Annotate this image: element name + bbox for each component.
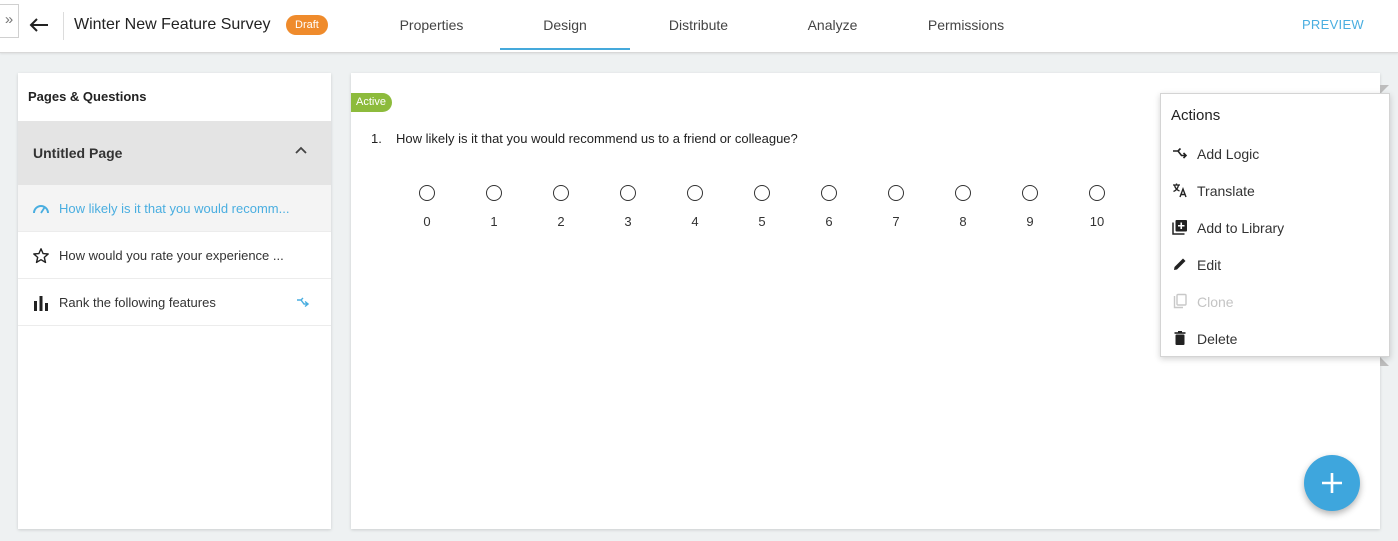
question-item[interactable]: How likely is it that you would recomm..… [18,185,331,232]
page-row-untitled[interactable]: Untitled Page [18,121,331,185]
question-item-text: How likely is it that you would recomm..… [59,201,290,216]
back-button[interactable] [27,13,51,37]
menu-item-label: Add Logic [1197,146,1260,162]
scale-label: 1 [490,214,498,229]
scale-option[interactable]: 4 [675,185,715,229]
scale-label: 8 [959,214,967,229]
clone-menu-item[interactable]: Clone [1161,283,1389,320]
menu-item-label: Add to Library [1197,220,1285,236]
tab-design[interactable]: Design [500,0,630,50]
copy-icon [1173,293,1187,309]
scale-option[interactable]: 0 [407,185,447,229]
question-item-text: How would you rate your experience ... [59,248,284,263]
add-to-library-menu-item[interactable]: Add to Library [1161,209,1389,246]
add-logic-menu-item[interactable]: Add Logic [1161,135,1389,172]
scale-label: 3 [624,214,632,229]
panel-title: Pages & Questions [28,89,147,104]
add-question-fab[interactable] [1304,455,1360,511]
plus-icon [1322,473,1342,493]
top-header: » Winter New Feature Survey Draft Proper… [0,0,1398,53]
scale-label: 0 [423,214,431,229]
question-item[interactable]: Rank the following features [18,279,331,326]
radio-button[interactable] [1089,185,1105,201]
translate-icon [1173,183,1187,198]
translate-menu-item[interactable]: Translate [1161,172,1389,209]
scale-option[interactable]: 3 [608,185,648,229]
radio-button[interactable] [553,185,569,201]
gauge-icon [33,205,49,214]
scale-option[interactable]: 9 [1010,185,1050,229]
question-item-text: Rank the following features [59,295,216,310]
question-text: How likely is it that you would recommen… [396,131,798,146]
scale-label: 10 [1089,214,1105,229]
radio-button[interactable] [687,185,703,201]
delete-menu-item[interactable]: Delete [1161,320,1389,357]
actions-title: Actions [1171,107,1221,124]
menu-pointer-bottom [1380,357,1389,366]
logic-branch-icon [297,297,309,308]
pages-questions-panel: Pages & Questions Untitled Page How like… [18,73,331,529]
scale-label: 7 [892,214,900,229]
scale-option[interactable]: 5 [742,185,782,229]
menu-item-label: Delete [1197,331,1238,347]
tab-properties[interactable]: Properties [375,0,488,50]
survey-title: Winter New Feature Survey [74,16,271,33]
tab-distribute[interactable]: Distribute [645,0,752,50]
radio-button[interactable] [754,185,770,201]
radio-button[interactable] [486,185,502,201]
radio-button[interactable] [955,185,971,201]
radio-button[interactable] [1022,185,1038,201]
expand-sidebar-button[interactable]: » [0,4,19,38]
menu-item-label: Edit [1197,257,1222,273]
bar-chart-icon [34,296,48,311]
pencil-icon [1174,258,1186,270]
scale-option[interactable]: 1 [474,185,514,229]
question-item[interactable]: How would you rate your experience ... [18,232,331,279]
active-status-badge: Active [351,93,392,112]
scale-label: 6 [825,214,833,229]
logic-branch-icon [1173,147,1188,159]
scale-label: 2 [557,214,565,229]
chevron-up-icon[interactable] [294,145,308,155]
menu-item-label: Clone [1197,294,1234,310]
library-add-icon [1172,220,1187,235]
question-number: 1. [371,131,382,146]
edit-menu-item[interactable]: Edit [1161,246,1389,283]
scale-option[interactable]: 8 [943,185,983,229]
scale-option[interactable]: 6 [809,185,849,229]
scale-label: 5 [758,214,766,229]
header-divider [63,12,64,40]
tab-analyze[interactable]: Analyze [785,0,880,50]
scale-label: 9 [1026,214,1034,229]
menu-item-label: Translate [1197,183,1255,199]
radio-button[interactable] [888,185,904,201]
draft-status-badge: Draft [286,15,328,35]
scale-label: 4 [691,214,699,229]
tab-permissions[interactable]: Permissions [917,0,1015,50]
radio-button[interactable] [419,185,435,201]
radio-button[interactable] [620,185,636,201]
preview-button[interactable]: PREVIEW [1302,17,1364,32]
trash-icon [1174,331,1186,345]
scale-option[interactable]: 2 [541,185,581,229]
arrow-left-icon [29,18,48,32]
scale-option[interactable]: 10 [1077,185,1117,229]
star-icon [33,248,49,264]
actions-menu: Actions Add Logic Translate Add to Libra… [1160,93,1390,357]
page-label: Untitled Page [33,145,123,161]
radio-button[interactable] [821,185,837,201]
scale-option[interactable]: 7 [876,185,916,229]
